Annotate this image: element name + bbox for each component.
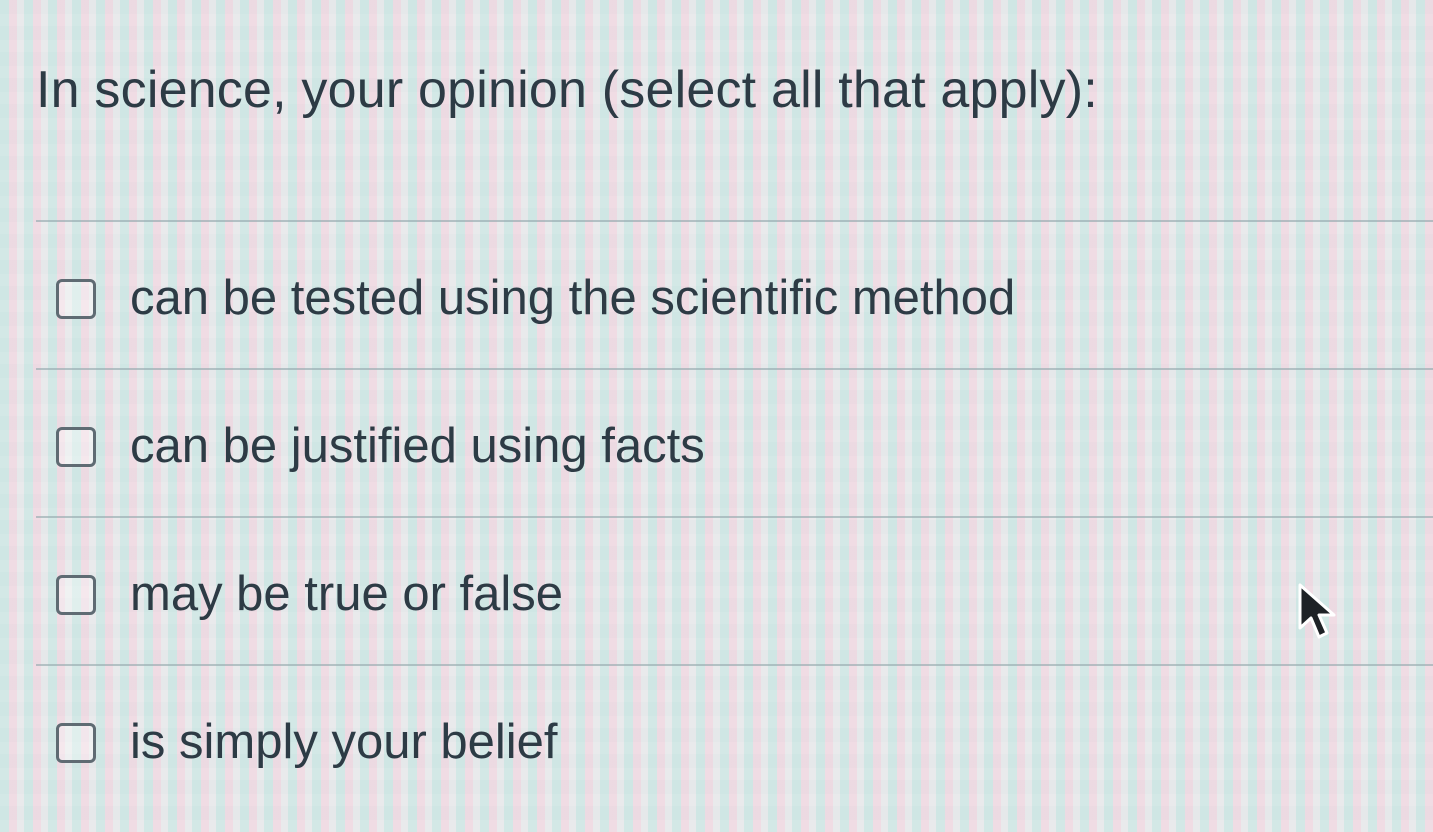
answer-label-3[interactable]: may be true or false (130, 564, 563, 624)
answer-checkbox-1[interactable] (56, 279, 96, 319)
answer-checkbox-4[interactable] (56, 723, 96, 763)
answer-option-2[interactable]: can be justified using facts (36, 368, 1433, 516)
answer-checkbox-3[interactable] (56, 575, 96, 615)
answer-label-4[interactable]: is simply your belief (130, 712, 558, 772)
answer-list: can be tested using the scientific metho… (36, 220, 1433, 812)
answer-option-4[interactable]: is simply your belief (36, 664, 1433, 812)
mouse-pointer-icon (1298, 583, 1336, 639)
answer-label-1[interactable]: can be tested using the scientific metho… (130, 268, 1015, 328)
answer-option-3[interactable]: may be true or false (36, 516, 1433, 664)
answer-option-1[interactable]: can be tested using the scientific metho… (36, 220, 1433, 368)
question-text: In science, your opinion (select all tha… (36, 61, 1098, 119)
answer-label-2[interactable]: can be justified using facts (130, 416, 705, 476)
answer-checkbox-2[interactable] (56, 427, 96, 467)
